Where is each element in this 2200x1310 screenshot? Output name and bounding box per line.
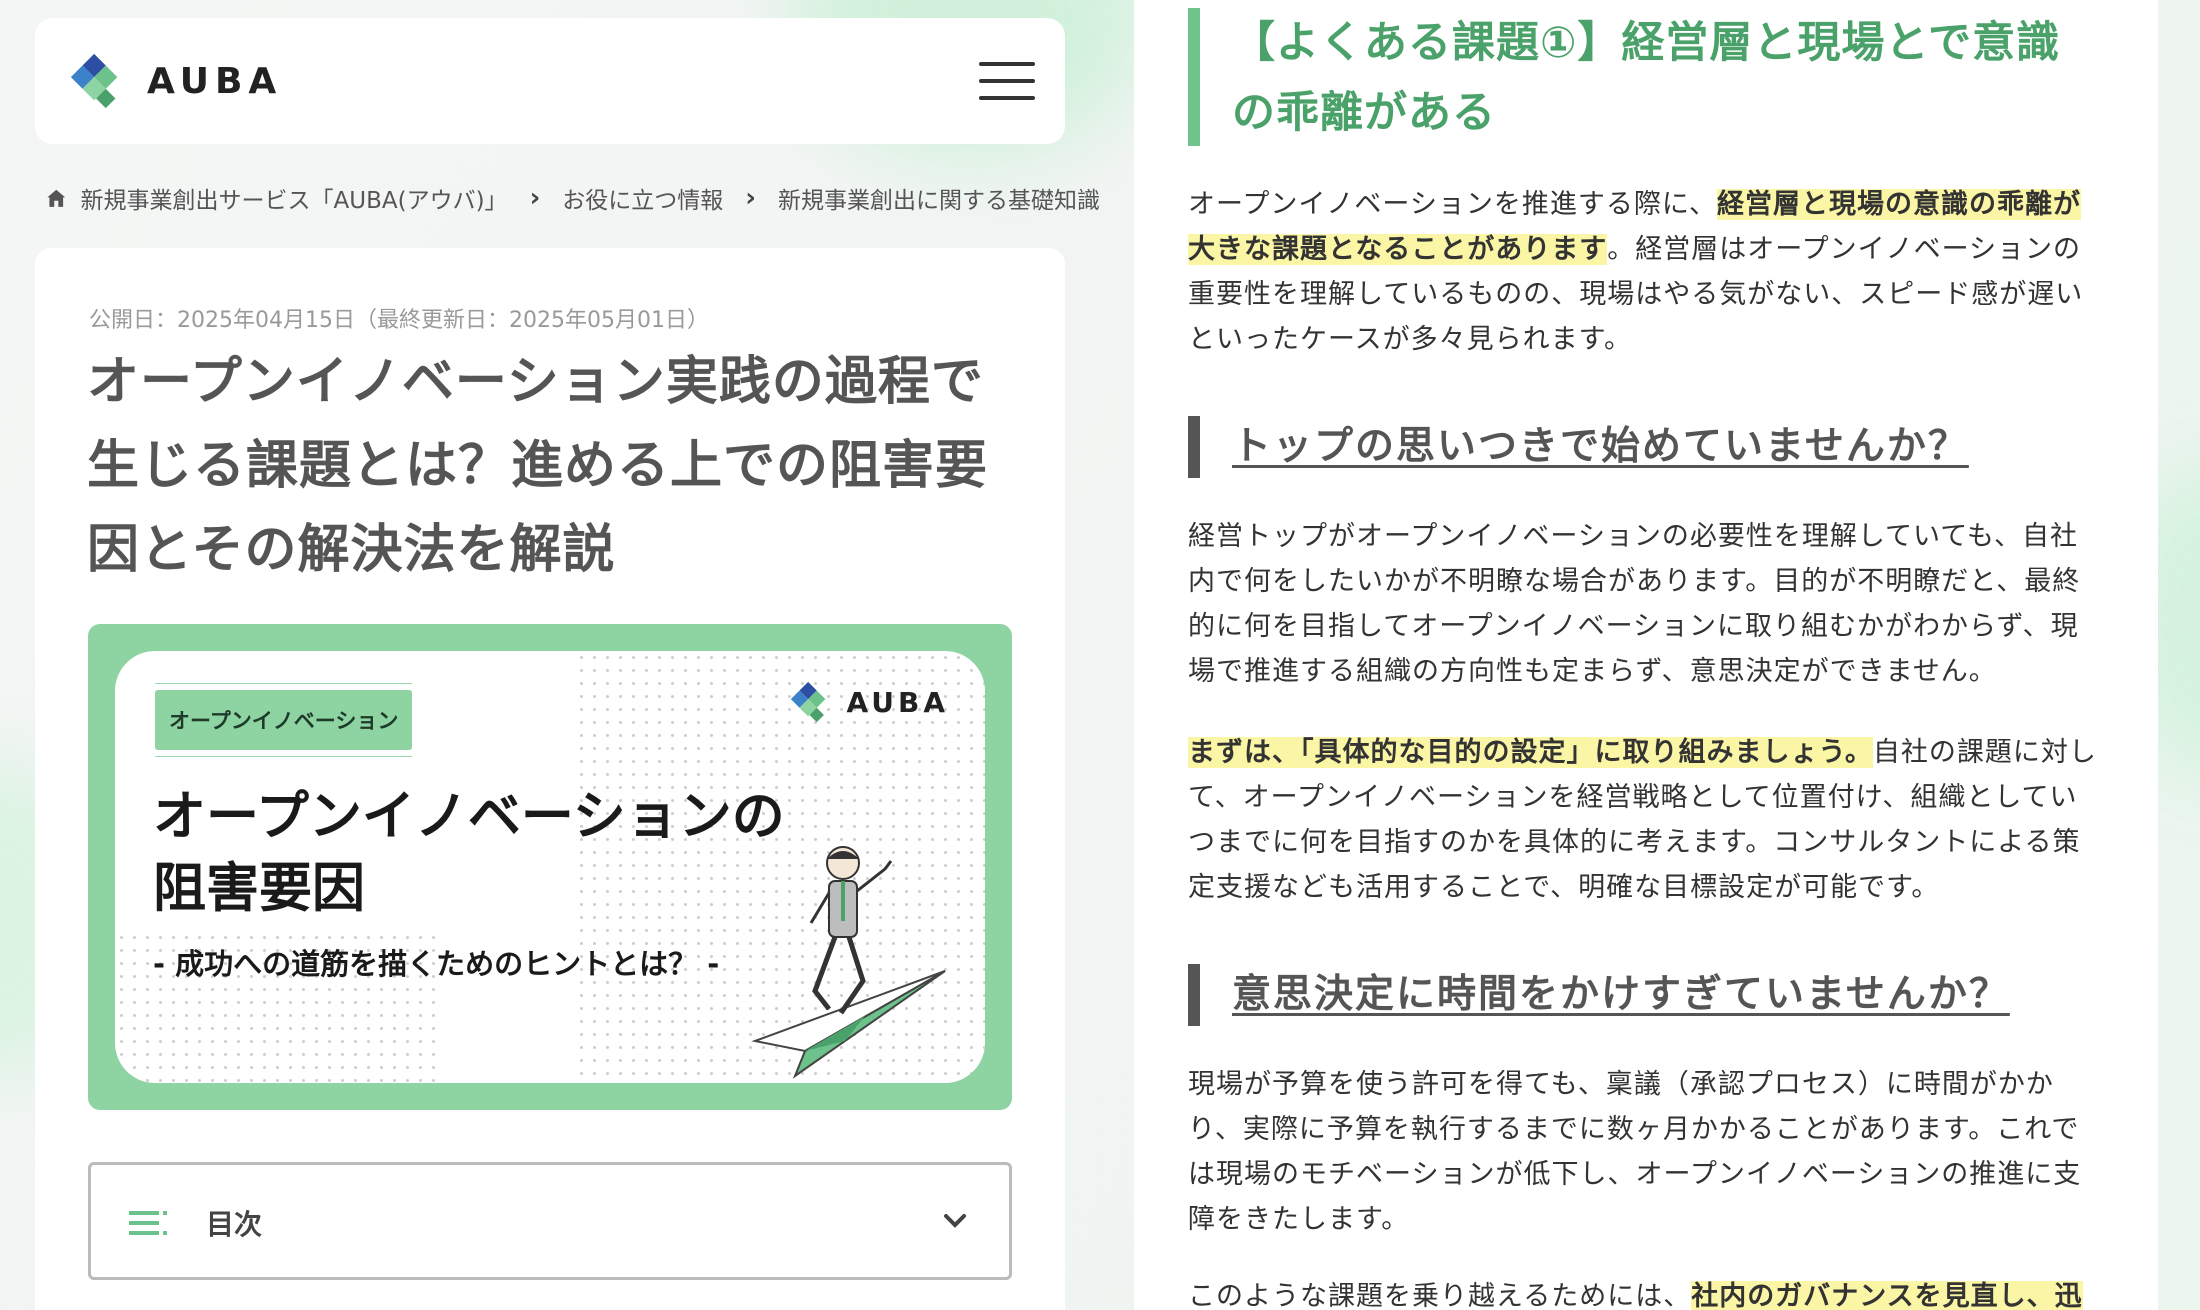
breadcrumb-item-basics[interactable]: 新規事業創出に関する基礎知識 [778, 181, 1100, 215]
toc-label: 目次 [206, 1208, 263, 1241]
chevron-down-icon[interactable] [943, 1209, 967, 1233]
article-card: 公開日：2025年04月15日（最終更新日：2025年05月01日） オープンイ… [35, 248, 1065, 1310]
section-heading: 【よくある課題①】経営層と現場とで意識 の乖離がある [1188, 8, 2098, 146]
table-of-contents[interactable]: 目次 [88, 1162, 1012, 1280]
subheading-decision-time-text[interactable]: 意思決定に時間をかけすぎていませんか？ [1232, 964, 2098, 1026]
hero-brand: AUBA [846, 685, 949, 719]
paragraph-5-intro: このような課題を乗り越えるためには、 [1188, 1281, 1692, 1310]
left-pane: AUBA 新規事業創出サービス「AUBA(アウバ)」 › お役に立つ情報 › 新… [0, 0, 1100, 1310]
hero-subtitle: - 成功への道筋を描くためのヒントとは？ - [153, 947, 720, 981]
list-icon [129, 1211, 167, 1235]
site-logo[interactable]: AUBA [67, 50, 282, 112]
highlighted-text: まずは、「具体的な目的の設定」に取り組みましょう。 [1188, 737, 1873, 768]
hero-image: オープンイノベーション AUBA オープンイノベーションの 阻害要因 - 成功へ… [88, 624, 1012, 1110]
hero-tag-wrap: オープンイノベーション [155, 683, 413, 757]
brand-name: AUBA [147, 60, 283, 102]
publish-date: 公開日：2025年04月15日（最終更新日：2025年05月01日） [89, 308, 709, 333]
hero-inner: オープンイノベーション AUBA オープンイノベーションの 阻害要因 - 成功へ… [115, 651, 985, 1083]
hero-logo: AUBA [788, 679, 949, 725]
chevron-right-icon: › [745, 183, 756, 213]
hamburger-menu-icon[interactable] [979, 62, 1035, 100]
paragraph-3: まずは、「具体的な目的の設定」に取り組みましょう。自社の課題に対して、オープンイ… [1188, 730, 2098, 910]
highlighted-text: 社内のガバナンスを見直し、迅 [1691, 1281, 2083, 1310]
paragraph-2: 経営トップがオープンイノベーションの必要性を理解していても、自社内で何をしたいか… [1188, 521, 2081, 687]
auba-logo-icon [791, 681, 826, 723]
breadcrumb-item-info[interactable]: お役に立つ情報 [562, 181, 723, 215]
article-content-pane: 【よくある課題①】経営層と現場とで意識 の乖離がある オープンイノベーションを推… [1134, 0, 2158, 1310]
subheading-top-idea: トップの思いつきで始めていませんか？ [1188, 416, 2098, 478]
paragraph-1-intro: オープンイノベーションを推進する際に、 [1188, 189, 1718, 220]
subheading-decision-time: 意思決定に時間をかけすぎていませんか？ [1188, 964, 2098, 1026]
chevron-right-icon: › [529, 183, 541, 213]
paragraph-4: 現場が予算を使う許可を得ても、稟議（承認プロセス）に時間がかかり、実際に予算を執… [1188, 1069, 2082, 1235]
breadcrumb-item-home[interactable]: 新規事業創出サービス「AUBA(アウバ)」 [81, 181, 508, 215]
auba-logo-icon [70, 53, 118, 109]
section-heading-line1: 【よくある課題①】経営層と現場とで意識 [1232, 18, 2061, 68]
breadcrumb: 新規事業創出サービス「AUBA(アウバ)」 › お役に立つ情報 › 新規事業創出… [46, 178, 1100, 218]
section-heading-text: 【よくある課題①】経営層と現場とで意識 の乖離がある [1232, 8, 2098, 148]
site-header: AUBA [35, 18, 1065, 144]
paragraph-5: このような課題を乗り越えるためには、社内のガバナンスを見直し、迅 [1188, 1274, 2098, 1310]
home-icon[interactable] [46, 183, 67, 213]
section-heading-line2: の乖離がある [1232, 88, 1496, 138]
article-title: オープンイノベーション実践の過程で生じる課題とは？進める上での阻害要因とその解決… [87, 352, 989, 580]
category-tag: オープンイノベーション [155, 690, 413, 750]
paragraph-1: オープンイノベーションを推進する際に、経営層と現場の意識の乖離が大きな課題となる… [1188, 182, 2098, 362]
subheading-top-idea-text[interactable]: トップの思いつきで始めていませんか？ [1232, 416, 2098, 478]
businessman-paper-plane-illustration [751, 846, 946, 1079]
